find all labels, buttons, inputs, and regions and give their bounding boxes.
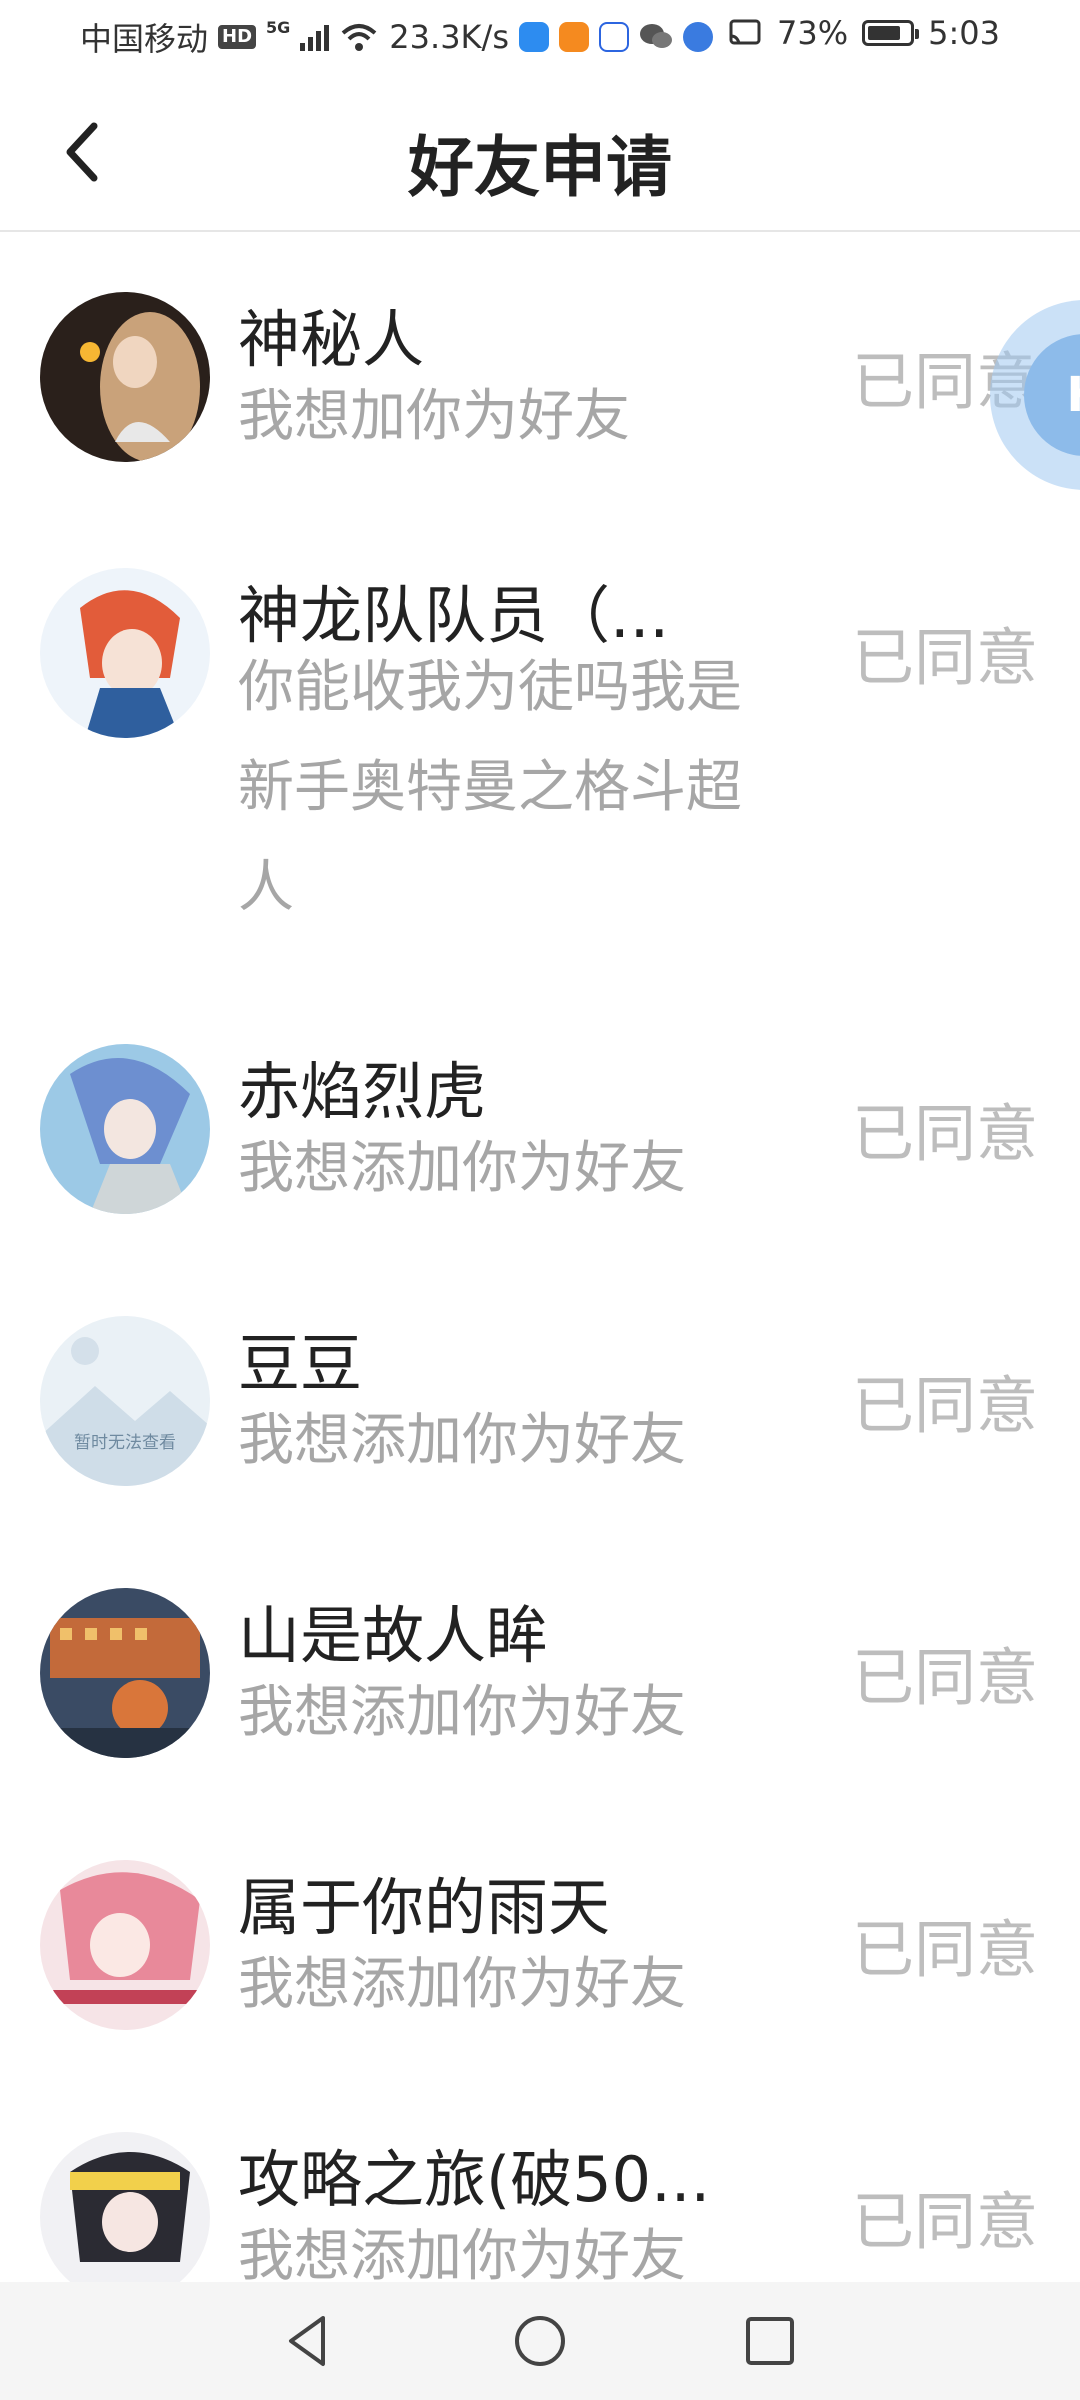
system-nav-bar xyxy=(0,2282,1080,2400)
square-recent-icon[interactable] xyxy=(735,2306,805,2376)
requester-name: 赤焰烈虎 xyxy=(238,1055,487,1128)
battery-percent: 73% xyxy=(777,14,849,52)
request-status: 已同意 xyxy=(851,1913,1038,1986)
avatar[interactable] xyxy=(40,1860,210,2030)
weather-app-icon xyxy=(518,22,549,52)
assist-icon: K xyxy=(1024,334,1080,456)
video-app-icon xyxy=(558,22,589,52)
request-status: 已同意 xyxy=(851,621,1038,694)
avatar-caption: 暂时无法查看 xyxy=(74,1433,176,1453)
request-message: 我想加你为好友 xyxy=(238,384,630,449)
request-status: 已同意 xyxy=(851,2185,1038,2258)
wifi-icon xyxy=(341,24,377,51)
friend-request-item[interactable]: 神秘人 我想加你为好友 已同意 xyxy=(0,292,1080,512)
avatar[interactable]: 暂时无法查看 xyxy=(40,1316,210,1486)
request-message: 我想添加你为好友 xyxy=(238,2224,686,2289)
avatar[interactable] xyxy=(40,1044,210,1214)
page-title: 好友申请 xyxy=(408,129,672,206)
signal-icon xyxy=(300,23,330,51)
cast-icon xyxy=(729,19,761,45)
status-bar: 中国移动 HD 5G 23.3K/s 73% 5:03 xyxy=(0,0,1080,72)
requester-name: 神秘人 xyxy=(238,303,425,376)
carrier-label: 中国移动 xyxy=(80,20,209,58)
baidu-app-icon xyxy=(598,22,629,52)
friend-request-item[interactable]: 山是故人眸 我想添加你为好友 已同意 xyxy=(0,1588,1080,1808)
requester-name: 豆豆 xyxy=(238,1327,363,1400)
request-message: 我想添加你为好友 xyxy=(238,1952,686,2017)
avatar[interactable] xyxy=(40,2132,210,2292)
status-right: 73% 5:03 xyxy=(727,14,1000,52)
network-speed: 23.3K/s xyxy=(389,18,509,56)
request-message: 你能收我为徒吗我是新手奥特曼之格斗超人 xyxy=(238,655,742,920)
circle-home-icon[interactable] xyxy=(505,2306,575,2376)
request-status: 已同意 xyxy=(851,1097,1038,1170)
friend-request-item[interactable]: 神龙队队员（... 你能收我为徒吗我是新手奥特曼之格斗超人 已同意 xyxy=(0,568,1080,928)
hd-badge: HD xyxy=(218,25,257,49)
wechat-icon xyxy=(639,24,672,48)
friend-request-item[interactable]: 属于你的雨天 我想添加你为好友 已同意 xyxy=(0,1860,1080,2080)
friend-request-item[interactable]: 暂时无法查看 豆豆 我想添加你为好友 已同意 xyxy=(0,1316,1080,1536)
requester-name: 山是故人眸 xyxy=(238,1599,549,1672)
status-left: 中国移动 HD 5G 23.3K/s xyxy=(80,14,713,60)
header: 好友申请 xyxy=(0,72,1080,232)
requester-name: 属于你的雨天 xyxy=(238,1871,611,1944)
request-message: 我想添加你为好友 xyxy=(238,1136,686,1201)
browser-app-icon xyxy=(682,22,713,52)
request-status: 已同意 xyxy=(851,1641,1038,1714)
request-status: 已同意 xyxy=(851,1369,1038,1442)
clock: 5:03 xyxy=(928,14,1000,52)
request-message: 我想添加你为好友 xyxy=(238,1408,686,1473)
screen: 中国移动 HD 5G 23.3K/s 73% 5:03 好友申请 神秘人 我想加… xyxy=(0,0,1080,2400)
avatar[interactable] xyxy=(40,568,210,738)
friend-request-item[interactable]: 攻略之旅(破50... 我想添加你为好友 已同意 xyxy=(0,2132,1080,2292)
requester-name: 攻略之旅(破50... xyxy=(238,2143,711,2216)
request-message: 我想添加你为好友 xyxy=(238,1680,686,1745)
triangle-back-icon[interactable] xyxy=(273,2306,343,2376)
friend-request-item[interactable]: 赤焰烈虎 我想添加你为好友 已同意 xyxy=(0,1044,1080,1264)
avatar[interactable] xyxy=(40,292,210,462)
network-type: 5G xyxy=(266,17,291,37)
battery-icon xyxy=(862,20,920,46)
avatar[interactable] xyxy=(40,1588,210,1758)
